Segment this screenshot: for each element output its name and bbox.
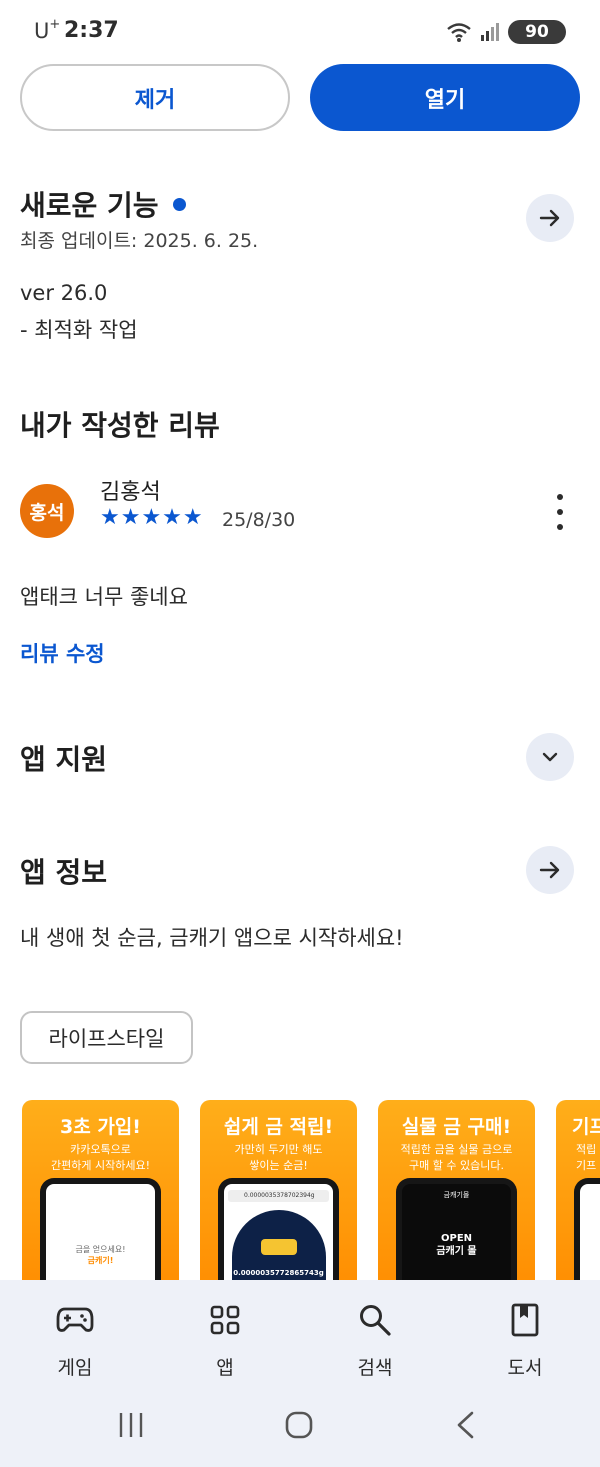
battery-level: 90	[525, 22, 549, 42]
screen-text: 금을 얻으세요! 금캐기!	[75, 1245, 126, 1265]
open-button[interactable]: 열기	[310, 64, 580, 131]
screenshot-card[interactable]: 실물 금 구매! 적립한 금을 실물 금으로 구매 할 수 있습니다. 금캐기몰…	[378, 1100, 535, 1280]
system-navigation-bar	[0, 1395, 600, 1455]
new-indicator-dot	[172, 197, 186, 211]
last-updated: 최종 업데이트: 2025. 6. 25.	[20, 230, 259, 252]
chevron-down-icon	[542, 752, 558, 762]
back-icon[interactable]	[454, 1411, 478, 1439]
screen-header: 금캐기몰	[443, 1191, 470, 1199]
nav-books[interactable]: 도서	[470, 1300, 580, 1380]
screenshot-title: 3초 가입!	[60, 1116, 141, 1138]
more-options-icon[interactable]	[548, 494, 572, 530]
phone-mockup: 금을 얻으세요! 금캐기!	[40, 1178, 161, 1280]
app-description: 내 생애 첫 순금, 금캐기 앱으로 시작하세요!	[20, 926, 404, 950]
whats-new-header[interactable]: 새로운 기능	[20, 184, 186, 224]
screenshot-title: 실물 금 구매!	[401, 1116, 512, 1138]
screenshot-subtitle: 적립 기프	[576, 1143, 597, 1172]
screenshot-title: 기프	[572, 1116, 600, 1138]
gamepad-icon	[56, 1307, 94, 1332]
nav-label: 앱	[216, 1357, 234, 1379]
version-text: ver 26.0	[20, 281, 108, 305]
nav-search[interactable]: 검색	[320, 1300, 430, 1380]
screenshot-title: 쉽게 금 적립!	[223, 1116, 334, 1138]
update-note: - 최적화 작업	[20, 318, 138, 342]
avatar: 홍석	[20, 484, 74, 538]
recent-apps-icon[interactable]	[116, 1411, 146, 1439]
nav-label: 도서	[507, 1357, 543, 1379]
category-chip[interactable]: 라이프스타일	[20, 1011, 193, 1064]
gold-bar-icon	[261, 1239, 297, 1255]
phone-screen: 0.0000035378702394g 0.0000035772865743g	[224, 1184, 333, 1280]
screenshot-card[interactable]: 3초 가입! 카카오톡으로 간편하게 시작하세요! 금을 얻으세요! 금캐기!	[22, 1100, 179, 1280]
screen-balance-bar: 0.0000035378702394g	[228, 1190, 329, 1202]
screenshot-subtitle: 카카오톡으로 간편하게 시작하세요!	[51, 1143, 150, 1172]
nav-label: 게임	[57, 1357, 93, 1379]
screenshot-subtitle: 적립한 금을 실물 금으로 구매 할 수 있습니다.	[400, 1143, 513, 1172]
edit-review-link[interactable]: 리뷰 수정	[20, 638, 105, 668]
nav-label: 검색	[357, 1357, 393, 1379]
app-support-expand-button[interactable]	[526, 733, 574, 781]
my-review-title: 내가 작성한 리뷰	[20, 409, 220, 442]
play-store-app-page: U+ 2:37 90 제거 열기 새로운 기능 최종 업데이트: 2025. 6…	[0, 0, 600, 1467]
screenshot-card[interactable]: 기프 적립 기프	[556, 1100, 600, 1280]
nav-apps[interactable]: 앱	[170, 1300, 280, 1380]
screen-text: OPEN 금캐기 몰	[436, 1233, 477, 1257]
review-date: 25/8/30	[222, 509, 296, 531]
remove-button[interactable]: 제거	[20, 64, 290, 131]
screenshot-card[interactable]: 쉽게 금 적립! 가만히 두기만 해도 쌓이는 순금! 0.0000035378…	[200, 1100, 357, 1280]
home-icon[interactable]	[284, 1411, 314, 1439]
phone-mockup	[574, 1178, 600, 1280]
action-buttons: 제거 열기	[20, 64, 580, 131]
status-icons: 90	[446, 20, 566, 44]
app-info-arrow-button[interactable]	[526, 846, 574, 894]
carrier-label: U+	[34, 17, 61, 43]
screenshot-carousel[interactable]: 3초 가입! 카카오톡으로 간편하게 시작하세요! 금을 얻으세요! 금캐기! 쉽…	[22, 1100, 600, 1280]
reviewer-name: 김홍석	[100, 480, 161, 505]
nav-games[interactable]: 게임	[20, 1300, 130, 1380]
phone-screen	[580, 1184, 600, 1280]
screenshot-subtitle: 가만히 두기만 해도 쌓이는 순금!	[234, 1143, 323, 1172]
battery-indicator: 90	[508, 20, 566, 44]
phone-mockup: 0.0000035378702394g 0.0000035772865743g	[218, 1178, 339, 1280]
phone-mockup: 금캐기몰 OPEN 금캐기 몰	[396, 1178, 517, 1280]
whats-new-arrow-button[interactable]	[526, 194, 574, 242]
apps-grid-icon	[210, 1305, 240, 1335]
status-bar: U+ 2:37 90	[0, 0, 600, 62]
arrow-right-icon	[539, 209, 560, 227]
clock: 2:37	[64, 18, 119, 43]
phone-screen: 금을 얻으세요! 금캐기!	[46, 1184, 155, 1280]
review-text: 앱태크 너무 좋네요	[20, 585, 188, 609]
app-support-title[interactable]: 앱 지원	[20, 738, 107, 778]
star-rating: ★★★★★	[100, 505, 204, 530]
wifi-icon	[447, 23, 471, 42]
book-icon	[511, 1303, 539, 1337]
whats-new-title: 새로운 기능	[20, 189, 159, 222]
screen-amount: 0.0000035772865743g	[233, 1269, 324, 1277]
signal-icon	[481, 23, 499, 41]
phone-screen: 금캐기몰 OPEN 금캐기 몰	[402, 1184, 511, 1280]
app-info-title[interactable]: 앱 정보	[20, 851, 107, 891]
arrow-right-icon	[539, 861, 560, 879]
search-icon	[360, 1305, 391, 1336]
